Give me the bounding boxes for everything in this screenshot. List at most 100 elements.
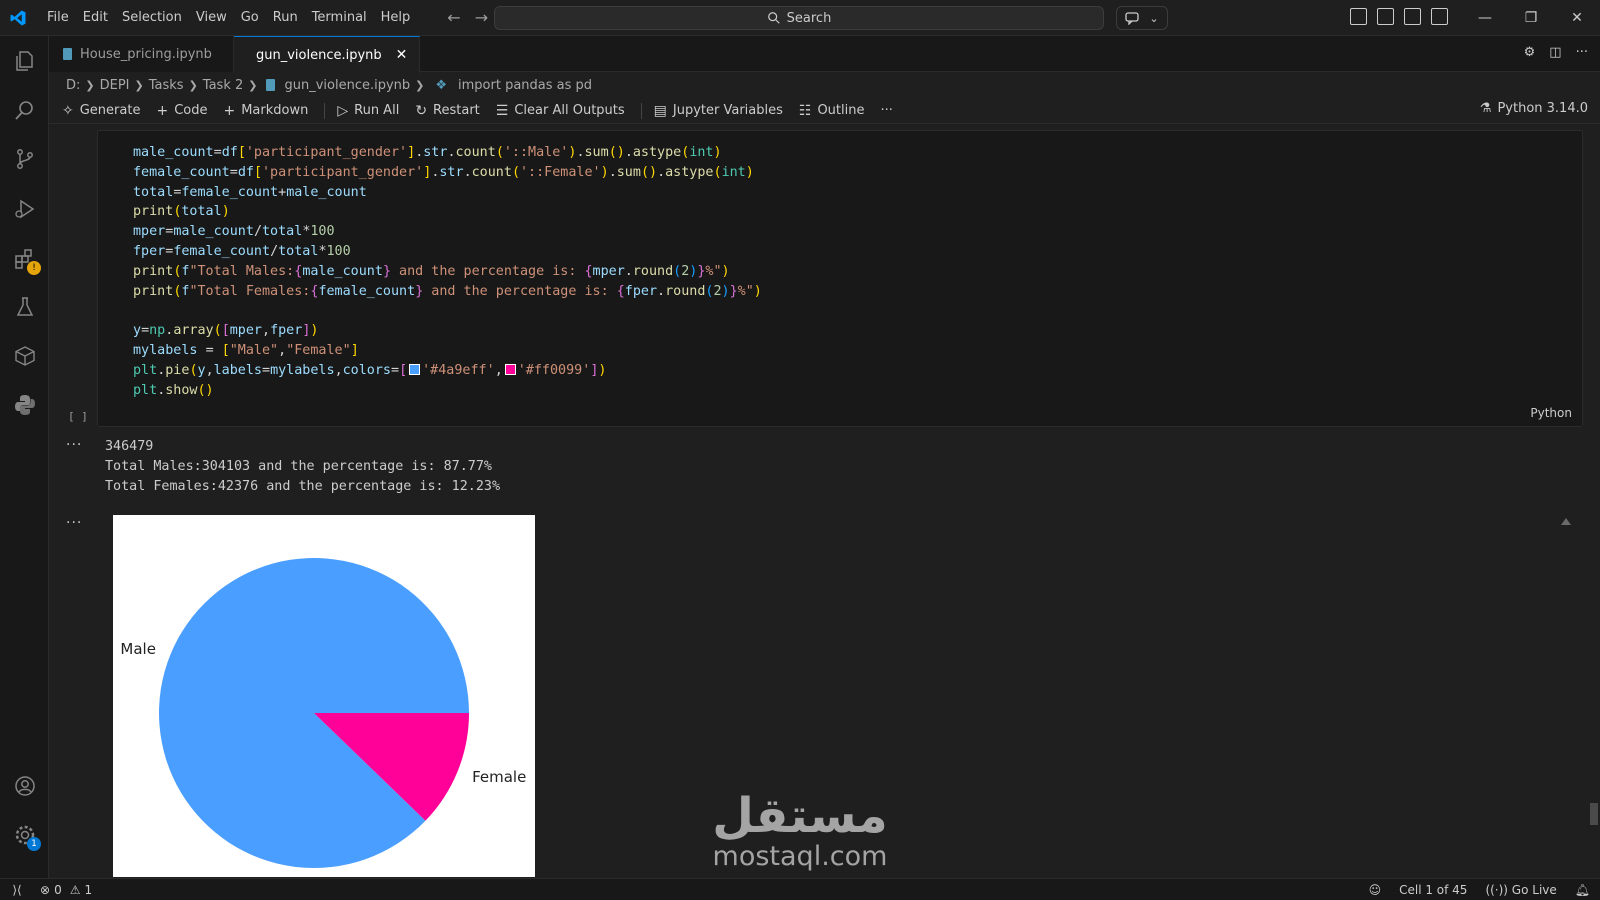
warning-badge-icon: ! <box>27 261 41 275</box>
notebook-file-icon <box>63 48 72 60</box>
code-editor[interactable]: male_count=df['participant_gender'].str.… <box>133 143 762 400</box>
notebook-file-icon <box>266 79 276 91</box>
restart-button[interactable]: ↻ Restart <box>415 103 479 119</box>
add-code-cell-button[interactable]: + Code <box>156 103 207 119</box>
explorer-icon[interactable] <box>12 48 38 74</box>
clear-outputs-button[interactable]: ☰ Clear All Outputs <box>496 103 625 119</box>
problems-indicator[interactable]: ⊗ 0 ⚠ 1 <box>40 883 92 897</box>
command-search[interactable]: Search <box>494 6 1104 30</box>
breadcrumb-item[interactable]: D: <box>66 78 80 93</box>
toggle-panel-icon[interactable] <box>1404 8 1421 25</box>
breadcrumb-item[interactable]: import pandas as pd <box>458 78 592 93</box>
jupyter-variables-button[interactable]: ▤ Jupyter Variables <box>654 103 783 119</box>
run-all-button[interactable]: ▷ Run All <box>337 103 399 119</box>
chevron-right-icon: ❯ <box>415 78 425 92</box>
menu-selection[interactable]: Selection <box>115 0 189 36</box>
copilot-chat-icon <box>1125 12 1140 25</box>
watermark: مستقل mostaql.com <box>700 790 900 872</box>
python-icon[interactable] <box>12 392 38 418</box>
output-actions-icon[interactable]: ··· <box>66 437 82 453</box>
output-actions-icon[interactable]: ··· <box>66 515 82 531</box>
restart-icon: ↻ <box>415 102 428 119</box>
source-control-icon[interactable] <box>12 146 38 172</box>
warning-icon: ⚠ <box>69 882 81 897</box>
chevron-right-icon: ❯ <box>188 78 198 92</box>
tab-gun-violence[interactable]: gun_violence.ipynb ✕ <box>234 36 420 73</box>
outline-label: Outline <box>817 103 865 118</box>
add-markdown-cell-button[interactable]: + Markdown <box>223 103 308 119</box>
account-icon[interactable] <box>12 773 38 799</box>
go-live-label: Go Live <box>1511 883 1557 897</box>
plus-icon: + <box>223 102 236 119</box>
kernel-flask-icon: ⚗ <box>1479 101 1492 116</box>
run-all-icon: ▷ <box>337 102 349 119</box>
settings-gear-icon[interactable]: ⚙ <box>1524 45 1536 60</box>
remote-indicator-icon[interactable]: ⟩⟨ <box>0 879 34 900</box>
output-line: 346479 <box>105 439 154 454</box>
menu-go[interactable]: Go <box>234 0 266 36</box>
toggle-primary-sidebar-icon[interactable] <box>1377 8 1394 25</box>
breadcrumb-item[interactable]: Task 2 <box>203 78 243 93</box>
restore-icon[interactable]: ❐ <box>1508 0 1554 36</box>
menu-bar: File Edit Selection View Go Run Terminal… <box>40 0 417 36</box>
breadcrumb-item[interactable]: gun_violence.ipynb <box>284 78 410 93</box>
text-output: 346479 Total Males:304103 and the percent… <box>105 437 500 497</box>
color-swatch-male[interactable] <box>409 363 421 375</box>
close-tab-icon[interactable]: ✕ <box>396 47 408 63</box>
tab-house-pricing[interactable]: House_pricing.ipynb <box>49 36 234 72</box>
menu-help[interactable]: Help <box>374 0 418 36</box>
toolbar-divider <box>640 102 642 119</box>
containers-icon[interactable] <box>12 343 38 369</box>
chevron-down-icon: ⌄ <box>1149 11 1159 25</box>
chevron-right-icon: ❯ <box>248 78 258 92</box>
watermark-arabic: مستقل <box>712 788 888 844</box>
code-symbol-icon: ❖ <box>435 77 448 93</box>
customize-layout-icon[interactable] <box>1350 8 1367 25</box>
plus-icon: + <box>156 102 169 119</box>
kernel-picker[interactable]: ⚗ Python 3.14.0 <box>1480 101 1588 116</box>
code-cell[interactable]: male_count=df['participant_gender'].str.… <box>97 130 1583 427</box>
scroll-to-top-icon[interactable] <box>1561 518 1571 525</box>
cell-language-label[interactable]: Python <box>1530 406 1572 420</box>
cell-position[interactable]: Cell 1 of 45 <box>1399 883 1467 897</box>
close-window-icon[interactable]: ✕ <box>1554 0 1600 36</box>
color-swatch-female[interactable] <box>504 363 516 375</box>
clear-all-icon: ☰ <box>495 102 509 119</box>
menu-edit[interactable]: Edit <box>76 0 115 36</box>
menu-file[interactable]: File <box>40 0 76 36</box>
error-count: 0 <box>54 882 62 897</box>
menu-view[interactable]: View <box>189 0 234 36</box>
breadcrumb-item[interactable]: Tasks <box>149 78 184 93</box>
notifications-bell-icon[interactable]: 🔔︎ <box>1575 883 1590 897</box>
search-view-icon[interactable] <box>12 97 38 123</box>
forward-arrow-icon[interactable]: → <box>475 8 488 27</box>
activity-bar: ! 1 <box>0 36 49 878</box>
manage-gear-icon[interactable]: 1 <box>12 822 41 851</box>
scrollbar-thumb[interactable] <box>1590 803 1598 825</box>
minimize-icon[interactable]: — <box>1462 0 1508 36</box>
split-editor-icon[interactable]: ◫ <box>1549 45 1561 60</box>
toggle-secondary-sidebar-icon[interactable] <box>1431 8 1448 25</box>
error-icon: ⊗ <box>40 882 51 897</box>
menu-run[interactable]: Run <box>266 0 305 36</box>
breadcrumb-item[interactable]: DEPI <box>100 78 130 93</box>
toolbar-more-button[interactable]: ··· <box>880 103 892 118</box>
copilot-button[interactable]: ⌄ <box>1116 6 1168 30</box>
markdown-label: Markdown <box>241 103 309 118</box>
execution-count: [ ] <box>68 410 88 423</box>
menu-terminal[interactable]: Terminal <box>305 0 374 36</box>
sparkle-icon: ✧ <box>62 102 74 119</box>
more-actions-icon[interactable]: ··· <box>1576 45 1588 60</box>
copilot-status-icon[interactable]: ☺ <box>1369 883 1382 897</box>
generate-button[interactable]: ✧ Generate <box>62 103 140 119</box>
output-line: Total Females:42376 and the percentage i… <box>105 479 501 494</box>
variables-label: Jupyter Variables <box>672 103 783 118</box>
pie-label-male: Male <box>120 640 156 658</box>
run-debug-icon[interactable] <box>12 196 38 222</box>
code-label: Code <box>174 103 208 118</box>
go-live-button[interactable]: ((·)) Go Live <box>1485 883 1556 897</box>
testing-flask-icon[interactable] <box>12 294 38 320</box>
back-arrow-icon[interactable]: ← <box>447 8 460 27</box>
extensions-icon[interactable]: ! <box>12 246 41 275</box>
outline-button[interactable]: ☷ Outline <box>799 103 865 119</box>
